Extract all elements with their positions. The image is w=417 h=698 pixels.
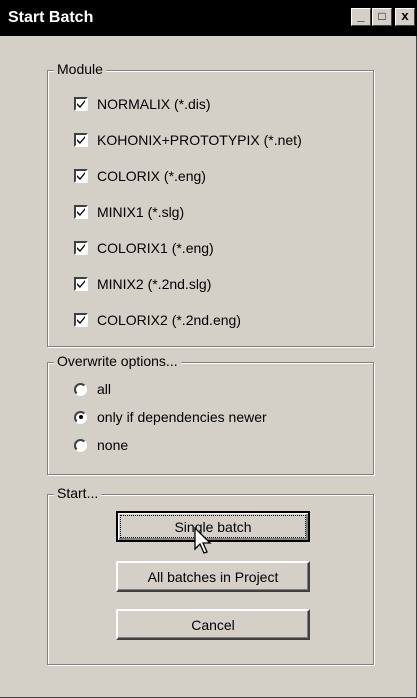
maximize-icon: □	[378, 9, 386, 23]
checkbox-checked-icon[interactable]	[74, 133, 88, 147]
radio-none[interactable]: none	[74, 435, 128, 455]
radio-label: all	[97, 381, 112, 397]
start-group: Start... Single batch All batches in Pro…	[47, 485, 374, 665]
module-item-label: MINIX1 (*.slg)	[97, 204, 185, 220]
maximize-button[interactable]: □	[372, 8, 392, 26]
start-batch-dialog: Start Batch _ □ x Module NORMALIX (*.dis…	[0, 0, 417, 698]
module-item-colorix[interactable]: COLORIX (*.eng)	[74, 166, 206, 186]
overwrite-options-group: Overwrite options... all only if depende…	[47, 353, 374, 475]
module-item-label: KOHONIX+PROTOTYPIX (*.net)	[97, 132, 302, 148]
mouse-cursor-icon	[194, 527, 212, 554]
module-item-normalix[interactable]: NORMALIX (*.dis)	[74, 94, 211, 114]
module-item-label: COLORIX1 (*.eng)	[97, 240, 214, 256]
checkbox-checked-icon[interactable]	[74, 97, 88, 111]
close-button[interactable]: x	[395, 8, 415, 26]
radio-icon[interactable]	[74, 438, 87, 452]
minimize-button[interactable]: _	[351, 8, 371, 26]
module-item-label: MINIX2 (*.2nd.slg)	[97, 276, 212, 292]
module-item-minix2[interactable]: MINIX2 (*.2nd.slg)	[74, 274, 211, 294]
module-item-kohonix-prototypix[interactable]: KOHONIX+PROTOTYPIX (*.net)	[74, 130, 302, 150]
radio-icon[interactable]	[74, 382, 87, 396]
radio-label: only if dependencies newer	[97, 409, 267, 425]
window-title: Start Batch	[8, 9, 94, 26]
checkbox-checked-icon[interactable]	[74, 277, 88, 291]
cancel-button[interactable]: Cancel	[116, 609, 310, 640]
close-icon: x	[401, 8, 409, 23]
radio-all[interactable]: all	[74, 379, 111, 399]
checkbox-checked-icon[interactable]	[74, 241, 88, 255]
module-group-label: Module	[54, 61, 106, 77]
all-batches-button[interactable]: All batches in Project	[116, 561, 310, 592]
radio-only-if-newer[interactable]: only if dependencies newer	[74, 407, 267, 427]
module-item-label: COLORIX2 (*.2nd.eng)	[97, 312, 241, 328]
start-group-label: Start...	[54, 485, 102, 501]
checkbox-checked-icon[interactable]	[74, 169, 88, 183]
radio-selected-icon[interactable]	[74, 410, 87, 424]
checkbox-checked-icon[interactable]	[74, 205, 88, 219]
overwrite-options-label: Overwrite options...	[54, 353, 181, 369]
radio-label: none	[97, 437, 129, 453]
module-group: Module NORMALIX (*.dis) KOHONIX+PROTOTYP…	[47, 61, 374, 347]
minimize-icon: _	[357, 8, 365, 23]
module-item-label: COLORIX (*.eng)	[97, 168, 206, 184]
module-item-label: NORMALIX (*.dis)	[97, 96, 211, 112]
checkbox-checked-icon[interactable]	[74, 313, 88, 327]
module-item-colorix1[interactable]: COLORIX1 (*.eng)	[74, 238, 214, 258]
title-bar: Start Batch _ □ x	[0, 0, 417, 36]
module-item-minix1[interactable]: MINIX1 (*.slg)	[74, 202, 184, 222]
module-item-colorix2[interactable]: COLORIX2 (*.2nd.eng)	[74, 310, 241, 330]
